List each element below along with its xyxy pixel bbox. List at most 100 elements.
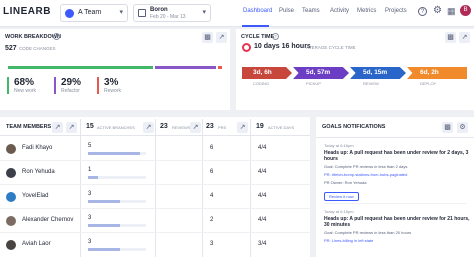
chevron-down-icon: ▾ <box>202 9 206 16</box>
branches-bar-fill <box>88 248 120 251</box>
notification-item[interactable]: Today at 6:16pm Heads up: A pull request… <box>324 209 470 255</box>
member-name[interactable]: YovelElad <box>22 193 48 199</box>
avatar <box>6 240 16 250</box>
rework-stat: 3% Rework <box>97 77 121 94</box>
nav-pulse[interactable]: Pulse <box>279 8 294 14</box>
active-days-value: 4/4 <box>258 193 267 199</box>
grid-icon[interactable]: ▦ <box>447 6 456 17</box>
goals-divider <box>316 137 474 138</box>
stage-pickup-value: 5d, 57m <box>306 69 331 76</box>
brand-name: LINEARB <box>3 6 51 17</box>
prs-value: 3 <box>210 241 214 247</box>
branches-bar <box>88 152 146 155</box>
stage-review-label: REVIEW <box>363 81 379 86</box>
refactor-stat: 29% Refactor <box>54 77 81 94</box>
nav-activity[interactable]: Activity <box>330 8 349 14</box>
new-work-label: New work <box>14 88 36 94</box>
member-name[interactable]: Alexander Chernov <box>22 217 73 223</box>
avatar <box>6 192 16 202</box>
date-selector[interactable]: Boron Feb 20 - Mar 13 ▾ <box>133 4 211 22</box>
branches-bar <box>88 224 146 227</box>
branches-value: 3 <box>88 239 92 245</box>
new-work-segment <box>8 66 153 69</box>
prs-value: 4 <box>210 193 214 199</box>
branches-bar-fill <box>88 152 141 155</box>
help-icon[interactable]: ? <box>272 33 279 40</box>
team-icon <box>65 9 74 18</box>
branches-value: 5 <box>88 143 92 149</box>
nav-metrics[interactable]: Metrics <box>357 8 376 14</box>
code-changes-label: CODE CHANGES <box>19 46 56 51</box>
new-work-pct: 68% <box>14 77 35 88</box>
refactor-pct: 29% <box>61 77 82 88</box>
table-row[interactable]: Fadi Khayo 5 6 4/4 <box>0 137 310 161</box>
notification-time: Today at 6:16pm <box>324 143 354 148</box>
member-name[interactable]: Ron Yehuda <box>22 169 55 175</box>
member-name[interactable]: Aviah Laor <box>22 241 51 247</box>
cycle-time-value-label: AVERAGE CYCLE TIME <box>306 45 356 50</box>
code-changes-count: 527 <box>5 45 17 52</box>
avatar-initial: B <box>463 7 468 13</box>
expand-icon[interactable]: ↗ <box>216 32 227 43</box>
cycle-time-title: CYCLE TIME <box>241 34 275 40</box>
help-icon[interactable]: ? <box>53 33 60 40</box>
calendar-icon <box>138 9 146 17</box>
bar-chart-icon[interactable]: ▩ <box>442 122 453 133</box>
active-days-value: 4/4 <box>258 145 267 151</box>
cycle-time-value: 10 days 16 hours <box>254 43 311 50</box>
work-breakdown-card: WORK BREAKDOWN ? ▩ ↗ 527 CODE CHANGES 68… <box>0 29 230 110</box>
branches-value: 3 <box>88 191 92 197</box>
notification-headline: Heads up: A pull request has been under … <box>324 150 469 162</box>
bar-chart-icon[interactable]: ▩ <box>445 32 456 43</box>
stage-deploy-value: 6d, 2h <box>420 69 439 76</box>
stage-deploy-label: DEPLOY <box>420 81 437 86</box>
review-it-now-label: Review it now <box>329 194 354 199</box>
active-days-value: 3/4 <box>258 241 267 247</box>
stage-coding-label: CODING <box>253 81 269 86</box>
table-row[interactable]: YovelElad 3 4 4/4 <box>0 185 310 209</box>
nav-dashboard[interactable]: Dashboard <box>243 8 272 14</box>
chevron-down-icon: ▾ <box>119 9 123 16</box>
rework-segment <box>218 66 222 69</box>
stage-pickup-label: PICKUP <box>306 81 321 86</box>
notification-pr[interactable]: PR: #fetch-bump-stations-from-hubs-pagin… <box>324 172 470 177</box>
review-it-now-button[interactable]: Review it now <box>324 192 359 201</box>
avatar <box>6 216 16 226</box>
bar-chart-icon[interactable]: ▩ <box>202 32 213 43</box>
team-selector-label: A Team <box>78 9 102 16</box>
branches-bar-fill <box>88 200 120 203</box>
nav-teams[interactable]: Teams <box>302 8 320 14</box>
avatar[interactable]: B <box>460 5 471 16</box>
goals-notifications-card: GOALS NOTIFICATIONS ▩ ⚙ Today at 6:16pm … <box>316 117 474 257</box>
gear-icon[interactable]: ⚙ <box>433 5 442 16</box>
active-days-value: 4/4 <box>258 217 267 223</box>
table-row[interactable]: Alexander Chernov 3 2 4/4 <box>0 209 310 233</box>
table-row[interactable]: Aviah Laor 3 3 3/4 <box>0 233 310 257</box>
team-selector[interactable]: A Team ▾ <box>60 4 128 22</box>
member-name[interactable]: Fadi Khayo <box>22 145 52 151</box>
help-icon[interactable]: ? <box>418 7 427 16</box>
refactor-segment <box>155 66 216 69</box>
brand-logo[interactable]: LINEARB <box>3 6 51 17</box>
branches-bar <box>88 248 146 251</box>
work-breakdown-bar <box>8 66 224 69</box>
refactor-label: Refactor <box>61 88 80 94</box>
expand-icon[interactable]: ↗ <box>459 32 470 43</box>
avatar <box>6 168 16 178</box>
branches-value: 1 <box>88 167 92 173</box>
stage-coding-value: 3d, 6h <box>253 69 272 76</box>
rework-label: Rework <box>104 88 121 94</box>
clock-icon <box>242 43 251 52</box>
branches-bar <box>88 200 146 203</box>
nav-projects[interactable]: Projects <box>385 8 407 14</box>
notification-headline: Heads up: A pull request has been under … <box>324 216 470 228</box>
gear-icon[interactable]: ⚙ <box>457 122 468 133</box>
date-selector-title: Boron <box>150 7 168 13</box>
date-selector-range: Feb 20 - Mar 13 <box>150 14 186 20</box>
notification-time: Today at 6:16pm <box>324 209 354 214</box>
table-row[interactable]: Ron Yehuda 1 6 4/4 <box>0 161 310 185</box>
active-days-value: 4/4 <box>258 169 267 175</box>
branches-value: 3 <box>88 215 92 221</box>
notification-pr[interactable]: PR: Lines-billing in left state <box>324 238 470 243</box>
notification-item[interactable]: Today at 6:16pm Heads up: A pull request… <box>324 143 470 201</box>
